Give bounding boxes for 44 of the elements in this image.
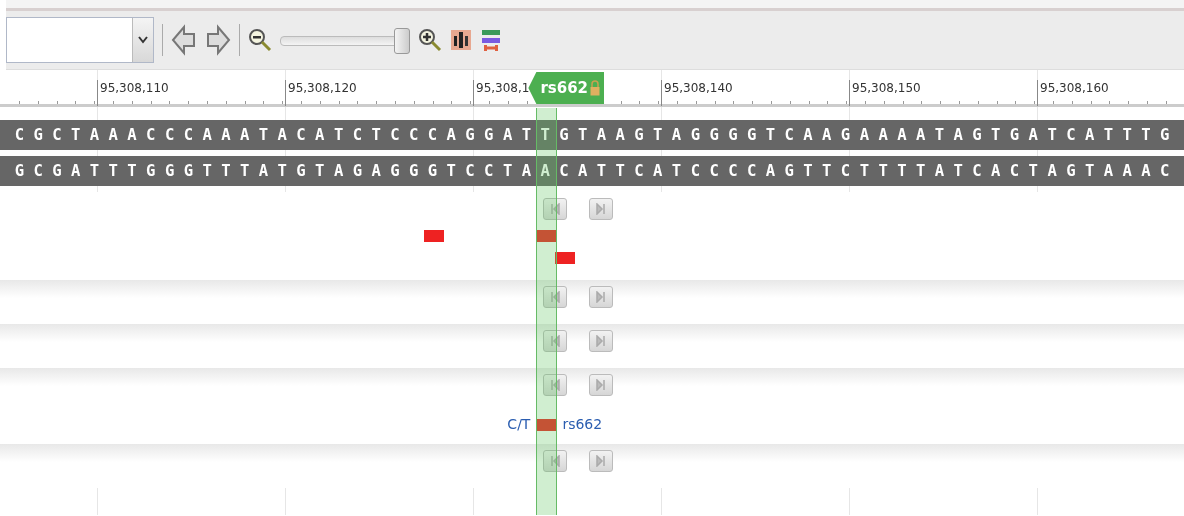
- forward-strand: C G C T A A A C C C A A A T A C A T C T C C C A G G A T T G T A A G T A G G G G T C A A G A A A A T A G T G A T C A T T T G: [14, 125, 1170, 146]
- previous-button[interactable]: [543, 286, 567, 308]
- skip-back-icon: [550, 291, 560, 303]
- reverse-strand: G C G A T T T G G G T T T A T G T A G A G G G T C C T A A C A T T C A T C C C C A G T T C T T T T A T C A C T A G T A A A C: [14, 161, 1170, 182]
- skip-back-icon: [550, 379, 560, 391]
- lock-icon: [590, 80, 601, 96]
- sequence-icon[interactable]: [450, 28, 472, 52]
- skip-forward-icon: [596, 379, 606, 391]
- previous-button[interactable]: [543, 374, 567, 396]
- previous-button[interactable]: [543, 330, 567, 352]
- tick-label: 95,308,1: [473, 80, 530, 106]
- allele-label: C/T: [507, 416, 531, 432]
- next-button[interactable]: [589, 286, 613, 308]
- skip-forward-icon: [596, 455, 606, 467]
- zoom-in-icon[interactable]: [418, 28, 442, 52]
- skip-back-icon: [550, 455, 560, 467]
- variant-feature[interactable]: [423, 230, 444, 242]
- tick-label: 95,308,110: [97, 80, 169, 106]
- tick-label: 95,308,160: [1037, 80, 1109, 106]
- skip-forward-icon: [596, 291, 606, 303]
- next-button[interactable]: [589, 198, 613, 220]
- next-button[interactable]: [589, 374, 613, 396]
- skip-back-icon: [550, 203, 560, 215]
- previous-button[interactable]: [543, 450, 567, 472]
- skip-back-icon: [550, 335, 560, 347]
- zoom-slider[interactable]: [280, 27, 410, 53]
- previous-button[interactable]: [543, 198, 567, 220]
- skip-forward-icon: [596, 335, 606, 347]
- variant-feature[interactable]: [536, 419, 557, 431]
- zoom-out-icon[interactable]: [248, 28, 272, 52]
- next-button[interactable]: [589, 450, 613, 472]
- forward-arrow-icon[interactable]: [205, 24, 231, 56]
- caret-icon: [138, 36, 148, 44]
- tracks-icon[interactable]: [480, 28, 502, 52]
- variant-feature[interactable]: [555, 252, 576, 264]
- tick-label: 95,308,140: [661, 80, 733, 106]
- location-dropdown[interactable]: [6, 17, 154, 63]
- variant-id-label[interactable]: rs662: [562, 416, 603, 432]
- next-button[interactable]: [589, 330, 613, 352]
- back-arrow-icon[interactable]: [171, 24, 197, 56]
- skip-forward-icon: [596, 203, 606, 215]
- tick-label: 95,308,150: [849, 80, 921, 106]
- tick-label: 95,308,120: [285, 80, 357, 106]
- variant-feature[interactable]: [536, 230, 557, 242]
